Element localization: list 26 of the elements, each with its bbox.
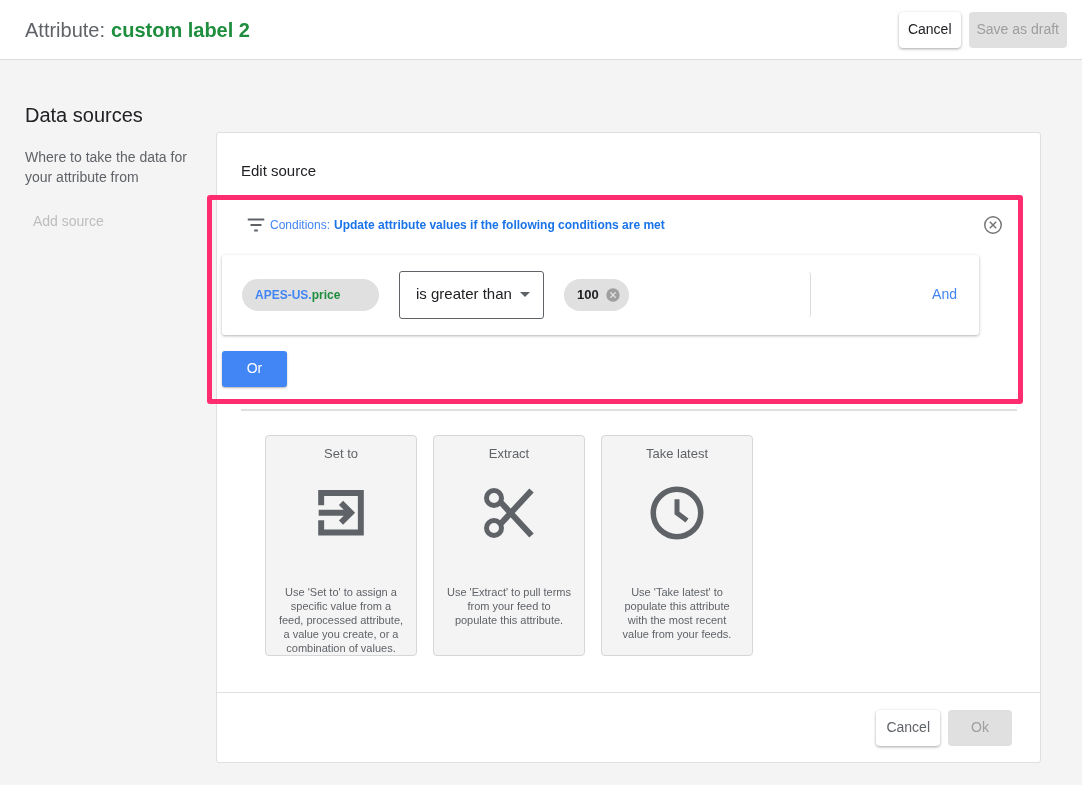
value-field[interactable]: 100: [560, 272, 811, 317]
caret-icon: [519, 292, 530, 297]
attribute-name: custom label 2: [111, 17, 250, 43]
action-title: Take latest: [645, 444, 709, 463]
and-button[interactable]: And: [932, 284, 959, 305]
or-button[interactable]: Or: [222, 350, 287, 387]
action-card[interactable]: Set to Use 'Set to' to assign a specific value from a feed, processed attribute, a value you create, or a combination of values.: [265, 434, 417, 656]
section-heading: Data sources: [25, 103, 144, 128]
action-card[interactable]: Extract Use 'Extract' to pull terms from your feed to populate this attribute.: [433, 434, 585, 656]
close-icon[interactable]: [982, 213, 1004, 236]
value-chip-text: 100: [577, 285, 599, 304]
editor-title: Edit source: [241, 161, 318, 181]
action-description: Use 'Extract' to pull terms from your feed to populate this attribute.: [446, 585, 572, 627]
action-title: Set to: [324, 444, 358, 463]
operator-dropdown[interactable]: is greater than: [399, 270, 544, 319]
action-title: Extract: [488, 444, 530, 463]
action-card[interactable]: Take latest Use 'Take latest' to populate this attribute with the most recent value from your feeds.: [601, 434, 753, 656]
cancel-button[interactable]: Cancel: [898, 11, 961, 48]
action-description: Use 'Take latest' to populate this attribute with the most recent value from your feeds.: [621, 585, 733, 641]
section-description: Where to take the data for your attribute from: [25, 148, 188, 187]
page-title-label: Attribute:: [25, 17, 106, 43]
field-chip[interactable]: APES-US.price: [242, 278, 379, 311]
cancel-button[interactable]: Cancel: [876, 709, 940, 746]
conditions-description: Update attribute values if the following conditions are met: [334, 216, 665, 234]
conditions-label: Conditions:: [270, 216, 331, 234]
action-description: Use 'Set to' to assign a specific value from a feed, processed attribute, a value you create, or a combination of values.: [278, 584, 404, 655]
